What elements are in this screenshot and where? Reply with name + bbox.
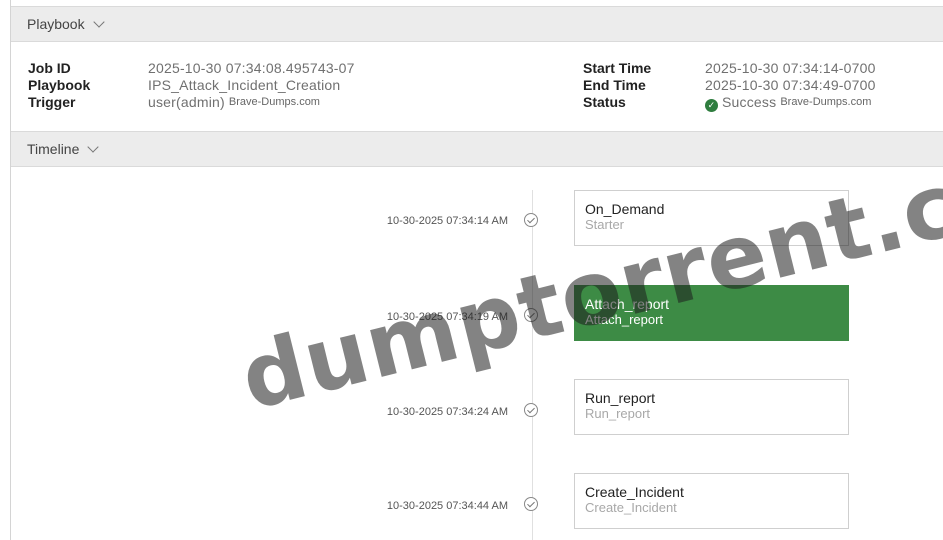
timeline-task-card-selected[interactable]: Attach_report Attach_report [574,285,849,341]
end-time-label: End Time [583,77,646,93]
start-time-label: Start Time [583,60,652,76]
timeline-connector [532,190,533,540]
status-row: Status ✓ Success Brave-Dumps.com [583,94,876,112]
chevron-down-icon[interactable] [92,16,105,28]
end-time-row: End Time 2025-10-30 07:34:49-0700 [583,77,876,94]
timeline-section-header[interactable]: Timeline [11,131,943,167]
playbook-section-title: Playbook [27,16,85,32]
playbook-section-header[interactable]: Playbook [11,6,943,42]
task-name: Attach_report [585,296,670,312]
task-name: On_Demand [585,201,665,217]
job-id-value: 2025-10-30 07:34:08.495743-07 [148,60,355,76]
check-circle-icon [524,497,538,511]
timeline-task-card[interactable]: Create_Incident Create_Incident [574,473,849,529]
trigger-watermark-text: Brave-Dumps.com [228,96,320,108]
start-time-row: Start Time 2025-10-30 07:34:14-0700 [583,60,876,77]
status-value: ✓ Success [705,94,776,112]
trigger-row: Trigger user(admin) Brave-Dumps.com [28,94,355,111]
check-circle-icon [524,403,538,417]
playbook-row: Playbook IPS_Attack_Incident_Creation [28,77,355,94]
timeline-timestamp: 10-30-2025 07:34:14 AM [386,215,508,227]
start-time-value: 2025-10-30 07:34:14-0700 [705,60,876,76]
timeline-timestamp: 10-30-2025 07:34:19 AM [386,311,508,323]
task-name: Run_report [585,390,656,406]
playbook-value: IPS_Attack_Incident_Creation [148,77,341,93]
task-type: Run_report [585,406,651,421]
task-type: Attach_report [585,312,664,327]
trigger-label: Trigger [28,94,76,110]
task-type: Starter [585,217,625,232]
job-info-left: Job ID 2025-10-30 07:34:08.495743-07 Pla… [28,60,355,111]
status-label: Status [583,94,626,110]
check-circle-icon [524,213,538,227]
timeline-timestamp: 10-30-2025 07:34:44 AM [386,500,508,512]
job-detail-panel: Playbook Job ID 2025-10-30 07:34:08.4957… [10,0,943,540]
timeline-section-title: Timeline [27,141,80,157]
timeline-timestamp: 10-30-2025 07:34:24 AM [386,406,508,418]
trigger-value: user(admin) [148,94,225,110]
job-id-row: Job ID 2025-10-30 07:34:08.495743-07 [28,60,355,77]
end-time-value: 2025-10-30 07:34:49-0700 [705,77,876,93]
task-type: Create_Incident [585,500,677,515]
timeline-task-card[interactable]: On_Demand Starter [574,190,849,246]
success-check-icon: ✓ [705,99,718,112]
check-circle-icon [524,308,538,322]
status-watermark-text: Brave-Dumps.com [780,96,872,108]
status-text: Success [722,94,777,110]
timeline-task-card[interactable]: Run_report Run_report [574,379,849,435]
job-id-label: Job ID [28,60,71,76]
task-name: Create_Incident [585,484,684,500]
job-info-right: Start Time 2025-10-30 07:34:14-0700 End … [583,60,876,112]
chevron-down-icon[interactable] [87,141,100,153]
playbook-label: Playbook [28,77,91,93]
